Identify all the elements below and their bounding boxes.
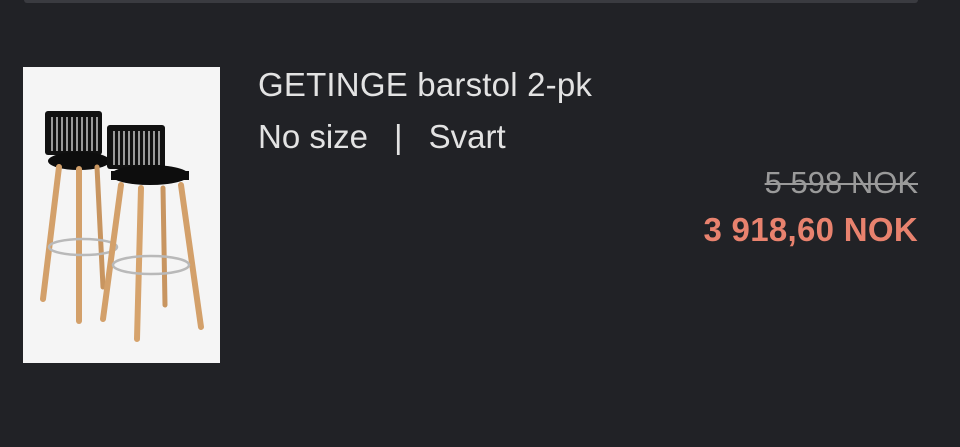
product-color: Svart: [428, 118, 506, 155]
original-price: 5 598 NOK: [764, 165, 918, 200]
product-size: No size: [258, 118, 369, 155]
variant-separator: |: [394, 118, 403, 155]
product-variant: No size | Svart: [258, 118, 506, 156]
top-divider: [24, 0, 918, 3]
product-image[interactable]: [23, 67, 220, 363]
product-name[interactable]: GETINGE barstol 2-pk: [258, 66, 592, 104]
cart-item-page: GETINGE barstol 2-pk No size | Svart 5 598…: [0, 0, 960, 447]
sale-price: 3 918,60 NOK: [703, 211, 918, 248]
bar-stool-pair-icon: [40, 111, 204, 342]
